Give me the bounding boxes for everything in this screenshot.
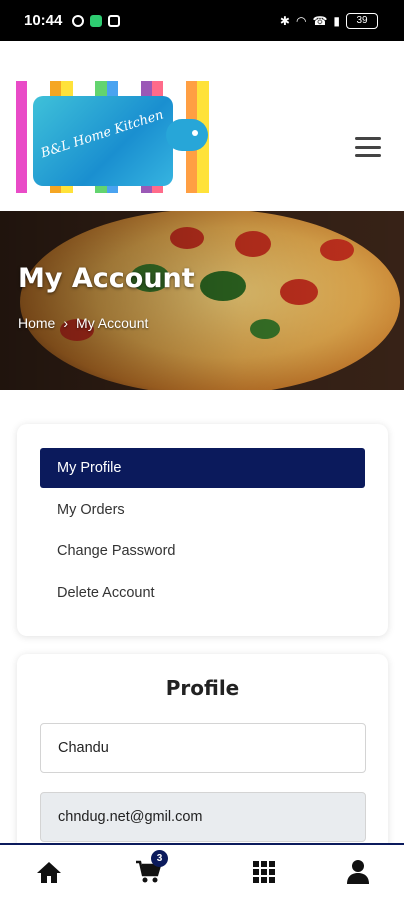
notification-icon [72, 14, 85, 27]
account-menu-item-my-profile[interactable]: My Profile [40, 448, 365, 488]
bottom-nav: 3 [0, 843, 404, 900]
camera-notification-icon [108, 14, 121, 27]
profile-card: Profile [17, 654, 388, 854]
email-field[interactable] [40, 792, 366, 842]
nav-cart[interactable]: 3 [131, 850, 168, 889]
site-header: B&L Home Kitchen [0, 41, 404, 211]
nav-grid[interactable] [247, 855, 281, 889]
logo-board-hole [192, 130, 198, 136]
account-menu-item-label: My Profile [57, 460, 122, 476]
logo[interactable]: B&L Home Kitchen [16, 81, 220, 193]
logo-board-handle [166, 119, 208, 151]
account-menu-item-change-password[interactable]: Change Password [40, 531, 365, 571]
account-menu-item-label: Delete Account [57, 585, 155, 601]
account-menu-item-my-orders[interactable]: My Orders [40, 490, 365, 530]
nav-account[interactable] [341, 855, 375, 889]
wifi-icon: ◠ [295, 13, 307, 28]
user-icon [347, 860, 369, 884]
nav-home[interactable] [32, 855, 66, 889]
profile-title: Profile [165, 676, 240, 700]
breadcrumb-home-link[interactable]: Home [18, 315, 55, 331]
account-menu-item-label: My Orders [57, 502, 125, 518]
battery-indicator: 39 [346, 12, 378, 29]
hamburger-menu-icon[interactable] [355, 137, 381, 157]
chevron-right-icon: › [63, 315, 69, 331]
bluetooth-icon: ✱ [279, 13, 290, 28]
hero-banner: My Account Home › My Account [0, 211, 404, 390]
grid-icon [253, 861, 275, 883]
signal-icon: ▮ [333, 13, 340, 28]
breadcrumb-current: My Account [76, 315, 149, 331]
status-time: 10:44 [24, 12, 63, 29]
logo-stripe [208, 81, 220, 193]
cart-count-badge: 3 [151, 850, 168, 867]
app-notification-icon [90, 14, 103, 27]
call-icon: ☎ [312, 13, 328, 28]
hero-overlay [0, 211, 404, 390]
status-bar: 10:44 ✱ ◠ ☎ ▮ 39 [0, 0, 404, 41]
home-icon [37, 862, 61, 883]
account-menu-item-delete-account[interactable]: Delete Account [40, 573, 365, 613]
account-menu-card: My Profile My Orders Change Password Del… [17, 424, 388, 636]
account-menu-item-label: Change Password [57, 543, 176, 559]
breadcrumb: Home › My Account [18, 315, 148, 331]
logo-stripe [16, 81, 28, 193]
name-input[interactable] [40, 723, 366, 773]
page-title: My Account [18, 263, 195, 294]
